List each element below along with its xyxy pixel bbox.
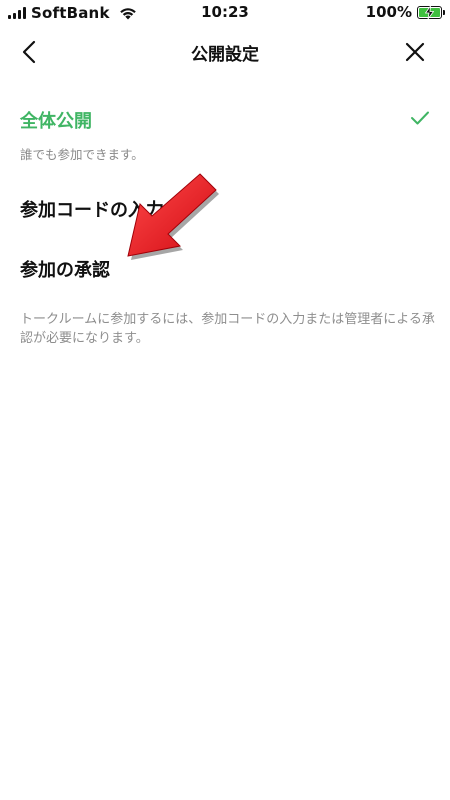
battery-cap: [443, 9, 445, 15]
close-icon: [405, 42, 425, 62]
charging-bolt-icon: [425, 5, 434, 19]
option-public-description: 誰でも参加できます。: [20, 147, 144, 162]
battery-percent: 100%: [365, 3, 412, 21]
option-public-title: 全体公開: [20, 111, 92, 132]
battery-icon: [417, 5, 445, 19]
option-approval-title: 参加の承認: [20, 260, 110, 281]
option-public[interactable]: 全体公開 誰でも参加できます。: [0, 100, 450, 170]
close-button[interactable]: [402, 39, 428, 65]
red-arrow-icon: [127, 173, 219, 260]
option-join-code[interactable]: 参加コードの入力: [0, 186, 450, 228]
status-bar: SoftBank 10:23 100%: [0, 0, 450, 26]
checkmark-icon: [411, 111, 429, 125]
footnote-text: トークルームに参加するには、参加コードの入力または管理者による承認が必要になりま…: [20, 312, 435, 346]
page-title: 公開設定: [191, 45, 259, 65]
nav-bar: 公開設定: [0, 26, 450, 78]
status-right: 100%: [365, 3, 445, 21]
option-approval[interactable]: 参加の承認: [0, 248, 450, 290]
